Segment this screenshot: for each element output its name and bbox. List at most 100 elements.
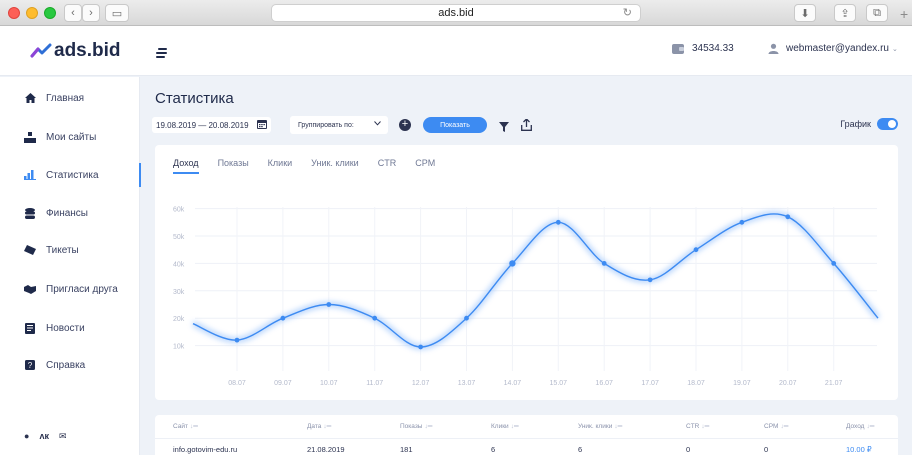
column-header-site[interactable]: Сайт ↓═ <box>173 423 198 430</box>
x-tick-label: 10.07 <box>320 380 338 387</box>
show-button[interactable]: Показать <box>423 117 487 133</box>
column-header-unique-clicks[interactable]: Уник. клики ↓═ <box>578 423 622 430</box>
forward-button[interactable]: › <box>82 4 100 22</box>
ticket-icon <box>24 244 36 256</box>
logo-text: ads.bid <box>54 40 121 61</box>
data-point <box>693 247 699 253</box>
chevron-down-icon <box>374 121 381 128</box>
menu-toggle-icon[interactable] <box>156 45 168 63</box>
column-header-date[interactable]: Дата ↓═ <box>307 423 331 430</box>
graph-toggle-label: График <box>840 119 871 129</box>
add-group-button[interactable]: + <box>399 119 411 131</box>
y-tick-label: 30k <box>173 289 185 296</box>
page-title: Статистика <box>155 90 234 107</box>
column-label: Показы <box>400 423 423 430</box>
table-row[interactable]: info.gotovim-edu.ru 21.08.2019 181 6 6 0… <box>155 442 898 455</box>
url-text: ads.bid <box>438 7 474 19</box>
cell-impressions: 181 <box>400 445 413 454</box>
news-icon <box>24 322 36 334</box>
income-line-chart: 10k 20k 30k 40k 50k 60k 08.07 09.07 10.07 11.07 12… <box>173 207 880 387</box>
ok-icon[interactable]: ● <box>24 431 29 442</box>
column-label: Уник. клики <box>578 423 613 430</box>
minimize-window-button[interactable] <box>26 7 38 19</box>
logo[interactable]: ads.bid <box>30 40 121 62</box>
home-icon <box>24 92 36 104</box>
cell-unique-clicks: 6 <box>578 445 583 454</box>
column-label: CTR <box>686 423 700 430</box>
x-tick-label: 14.07 <box>504 380 522 387</box>
sort-icon: ↓═ <box>614 423 623 430</box>
date-range-picker[interactable]: 19.08.2019 — 20.08.2019 <box>152 117 271 133</box>
table-header: Сайт ↓═ Дата ↓═ Показы ↓═ Клики ↓═ Уник. кли… <box>155 420 898 436</box>
maximize-window-button[interactable] <box>44 7 56 19</box>
export-icon[interactable] <box>521 118 532 136</box>
tabs-overview-button[interactable]: ⧉ <box>866 4 888 22</box>
x-tick-label: 19.07 <box>733 380 751 387</box>
sidebar-item-invite[interactable]: Пригласи друга <box>0 277 140 301</box>
sidebar-item-label: Пригласи друга <box>46 283 118 295</box>
y-tick-label: 10k <box>173 344 185 351</box>
data-point <box>280 315 286 321</box>
stats-table: Сайт ↓═ Дата ↓═ Показы ↓═ Клики ↓═ Уник. кли… <box>155 415 898 455</box>
data-point <box>234 337 240 343</box>
data-point <box>372 315 378 321</box>
data-point <box>831 261 837 266</box>
reload-icon[interactable]: ↻ <box>623 6 632 19</box>
sidebar-item-label: Новости <box>46 322 85 334</box>
chart-card: Доход Показы Клики Уник. клики CTR CPM 1… <box>155 145 898 400</box>
cell-date: 21.08.2019 <box>307 445 345 454</box>
group-by-select[interactable]: Группировать по: <box>290 116 388 134</box>
column-label: Сайт <box>173 423 188 430</box>
sort-icon: ↓═ <box>424 423 433 430</box>
balance[interactable]: 34534.33 <box>672 43 734 54</box>
sidebar-toggle-button[interactable]: ▭ <box>105 4 129 22</box>
x-tick-label: 20.07 <box>779 380 797 387</box>
sort-icon: ↓═ <box>780 423 789 430</box>
column-header-ctr[interactable]: CTR ↓═ <box>686 423 709 430</box>
downloads-button[interactable]: ⬇ <box>794 4 816 22</box>
table-divider <box>155 438 898 439</box>
cell-site[interactable]: info.gotovim-edu.ru <box>173 445 237 454</box>
user-email: webmaster@yandex.ru <box>786 43 889 54</box>
sidebar-item-label: Справка <box>46 359 86 371</box>
data-point <box>418 344 423 350</box>
sidebar-item-tickets[interactable]: Тикеты <box>0 238 140 262</box>
sidebar-item-help[interactable]: ? Справка <box>0 353 140 377</box>
cell-income: 10.00 ₽ <box>846 445 872 454</box>
address-bar[interactable]: ads.bid ↻ <box>271 4 641 22</box>
cell-ctr: 0 <box>686 445 691 454</box>
sidebar-item-sites[interactable]: Мои сайты <box>0 125 140 149</box>
close-window-button[interactable] <box>8 7 20 19</box>
group-by-label: Группировать по: <box>298 121 354 129</box>
back-button[interactable]: ‹ <box>64 4 82 22</box>
graph-toggle[interactable]: График <box>840 118 898 130</box>
sidebar-item-statistics[interactable]: Статистика <box>0 163 141 187</box>
sidebar-item-home[interactable]: Главная <box>0 86 140 110</box>
x-tick-label: 15.07 <box>550 380 568 387</box>
user-menu[interactable]: webmaster@yandex.ru ⌄ <box>768 43 898 54</box>
mail-icon[interactable]: ✉ <box>59 431 67 442</box>
vk-icon[interactable]: ʌк <box>39 431 49 442</box>
coins-icon <box>24 207 36 219</box>
column-header-impressions[interactable]: Показы ↓═ <box>400 423 432 430</box>
column-header-income[interactable]: Доход ↓═ <box>846 423 874 430</box>
chevron-down-icon: ⌄ <box>891 45 898 53</box>
stats-icon <box>24 169 36 181</box>
filter-icon[interactable] <box>499 119 509 137</box>
sites-icon <box>24 131 36 143</box>
share-button[interactable]: ⇪ <box>834 4 856 22</box>
cell-cpm: 0 <box>764 445 769 454</box>
data-point <box>509 260 516 267</box>
column-header-cpm[interactable]: CPM ↓═ <box>764 423 788 430</box>
sidebar-item-label: Статистика <box>46 169 99 181</box>
graph-switch[interactable] <box>877 118 898 130</box>
y-tick-label: 60k <box>173 207 185 214</box>
new-tab-button[interactable]: + <box>900 6 908 22</box>
column-header-clicks[interactable]: Клики ↓═ <box>491 423 519 430</box>
sort-icon: ↓═ <box>866 423 875 430</box>
social-links: ● ʌк ✉ <box>24 431 67 442</box>
calendar-icon[interactable] <box>256 119 267 131</box>
sidebar-item-news[interactable]: Новости <box>0 316 140 340</box>
sidebar-item-finance[interactable]: Финансы <box>0 201 140 225</box>
x-tick-label: 09.07 <box>274 380 292 387</box>
